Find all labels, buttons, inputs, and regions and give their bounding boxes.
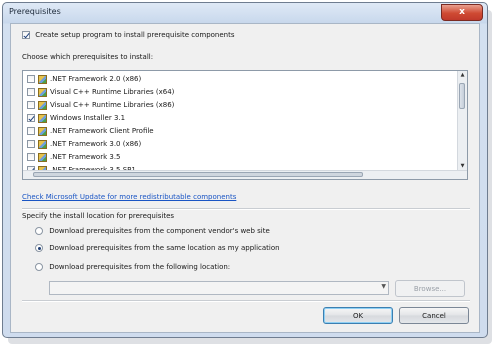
following-location-radio[interactable] [35,263,43,271]
same-location-label: Download prerequisites from the same loc… [49,244,280,252]
prerequisite-label: .NET Framework 3.0 (x86) [50,140,142,148]
option-vendor-site[interactable]: Download prerequisites from the componen… [35,227,270,235]
chevron-down-icon[interactable]: ▼ [381,283,386,290]
scroll-down-icon[interactable]: ▼ [458,162,467,170]
option-following-location[interactable]: Download prerequisites from the followin… [35,263,230,271]
package-icon [38,87,47,97]
divider [22,300,470,302]
vendor-site-radio[interactable] [35,227,43,235]
scroll-up-icon[interactable]: ▲ [458,71,467,79]
list-item[interactable]: Visual C++ Runtime Libraries (x86) [27,99,447,111]
location-combobox[interactable]: ▼ [49,281,389,295]
microsoft-update-link[interactable]: Check Microsoft Update for more redistri… [22,193,236,201]
prerequisite-label: .NET Framework 2.0 (x86) [50,75,142,83]
package-icon [38,139,47,149]
list-item[interactable]: .NET Framework 3.0 (x86) [27,138,447,150]
list-item[interactable]: .NET Framework 2.0 (x86) [27,73,447,85]
dialog-client-area: Create setup program to install prerequi… [10,23,480,333]
vertical-scrollbar[interactable]: ▲ ▼ [457,71,467,179]
same-location-radio[interactable] [35,244,43,252]
list-item[interactable]: Visual C++ Runtime Libraries (x64) [27,86,447,98]
vendor-site-label: Download prerequisites from the componen… [49,227,270,235]
horizontal-scrollbar[interactable] [23,170,467,179]
horizontal-scroll-thumb[interactable] [33,172,363,177]
close-button[interactable]: x [441,4,483,21]
prerequisite-checkbox[interactable] [27,153,35,161]
prerequisite-label: Visual C++ Runtime Libraries (x64) [50,88,175,96]
package-icon [38,152,47,162]
package-icon [38,100,47,110]
browse-button[interactable]: Browse... [395,280,465,297]
prerequisite-checkbox[interactable] [27,88,35,96]
prerequisites-dialog: Prerequisites x Create setup program to … [2,2,488,338]
list-item[interactable]: Windows Installer 3.1 [27,112,447,124]
package-icon [38,126,47,136]
prerequisite-checkbox[interactable] [27,140,35,148]
prerequisite-label: .NET Framework 3.5 [50,153,121,161]
create-setup-checkbox[interactable] [22,31,30,39]
option-same-location[interactable]: Download prerequisites from the same loc… [35,244,280,252]
prerequisite-label: .NET Framework Client Profile [50,127,154,135]
vertical-scroll-thumb[interactable] [459,83,465,109]
prerequisite-label: Windows Installer 3.1 [50,114,126,122]
list-item[interactable]: .NET Framework 3.5 [27,151,447,163]
prerequisite-checkbox[interactable] [27,75,35,83]
prerequisites-list[interactable]: .NET Framework 2.0 (x86) Visual C++ Runt… [22,70,468,180]
list-item[interactable]: .NET Framework Client Profile [27,125,447,137]
prerequisite-checkbox[interactable] [27,101,35,109]
cancel-button[interactable]: Cancel [399,307,469,324]
create-setup-label: Create setup program to install prerequi… [35,31,235,39]
ok-button[interactable]: OK [323,307,393,324]
install-location-label: Specify the install location for prerequ… [22,212,175,220]
prerequisite-checkbox[interactable] [27,127,35,135]
prerequisite-checkbox[interactable] [27,114,35,122]
create-setup-row[interactable]: Create setup program to install prerequi… [22,31,235,39]
prerequisite-label: Visual C++ Runtime Libraries (x86) [50,101,175,109]
divider [22,208,470,210]
window-title: Prerequisites [9,7,61,16]
package-icon [38,74,47,84]
close-icon: x [459,7,465,17]
choose-prerequisites-label: Choose which prerequisites to install: [22,53,154,61]
following-location-label: Download prerequisites from the followin… [49,263,231,271]
package-icon [38,113,47,123]
